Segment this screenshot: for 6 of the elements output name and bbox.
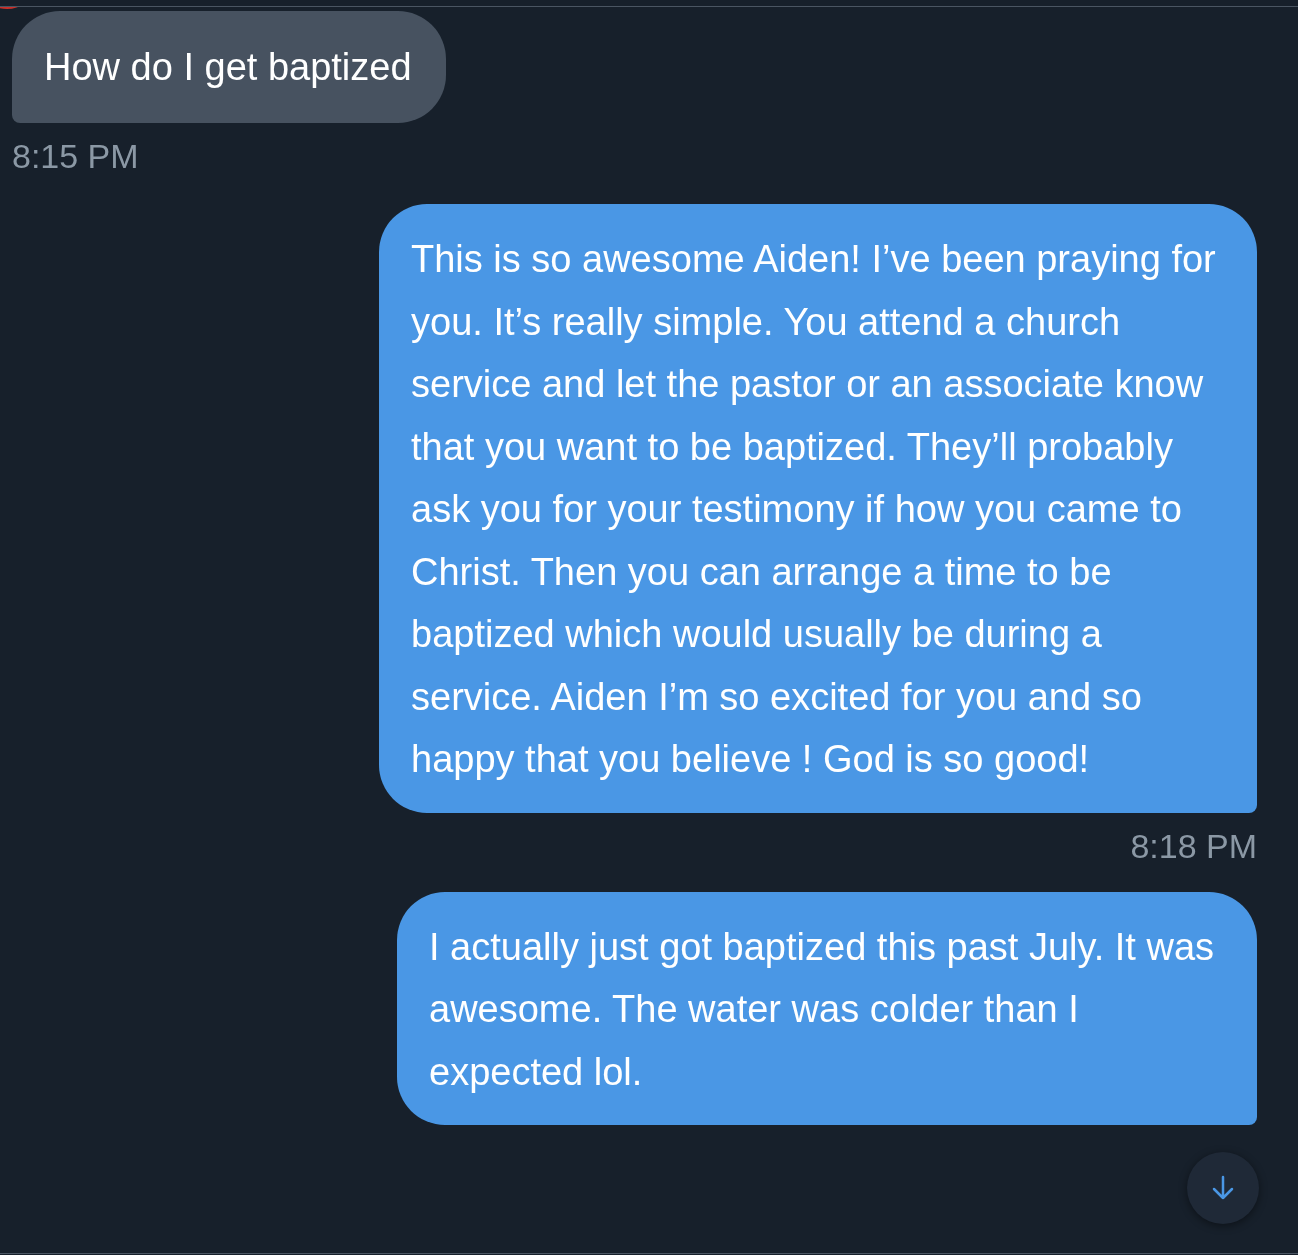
message-bubble: This is so awesome Aiden! I’ve been praying for you. It’s really simple. You attend a church service and let the pastor or an associate know that you want to be baptized. They’ll probably ask you for your testimony if how you came to Christ. Then you can arrange a time to be baptized which would usually be during a service. Aiden I’m so excited for you and so happy that you believe ! God is so good! <box>379 204 1257 813</box>
message-time: 8:18 PM <box>1130 826 1257 866</box>
message-bubble: How do I get baptized <box>12 11 446 123</box>
message-bubble: I actually just got baptized this past July. It was awesome. The water was colder than I expected lol. <box>397 891 1257 1125</box>
message-time: 8:15 PM <box>12 137 139 176</box>
arrow-down-icon <box>1212 1175 1234 1201</box>
